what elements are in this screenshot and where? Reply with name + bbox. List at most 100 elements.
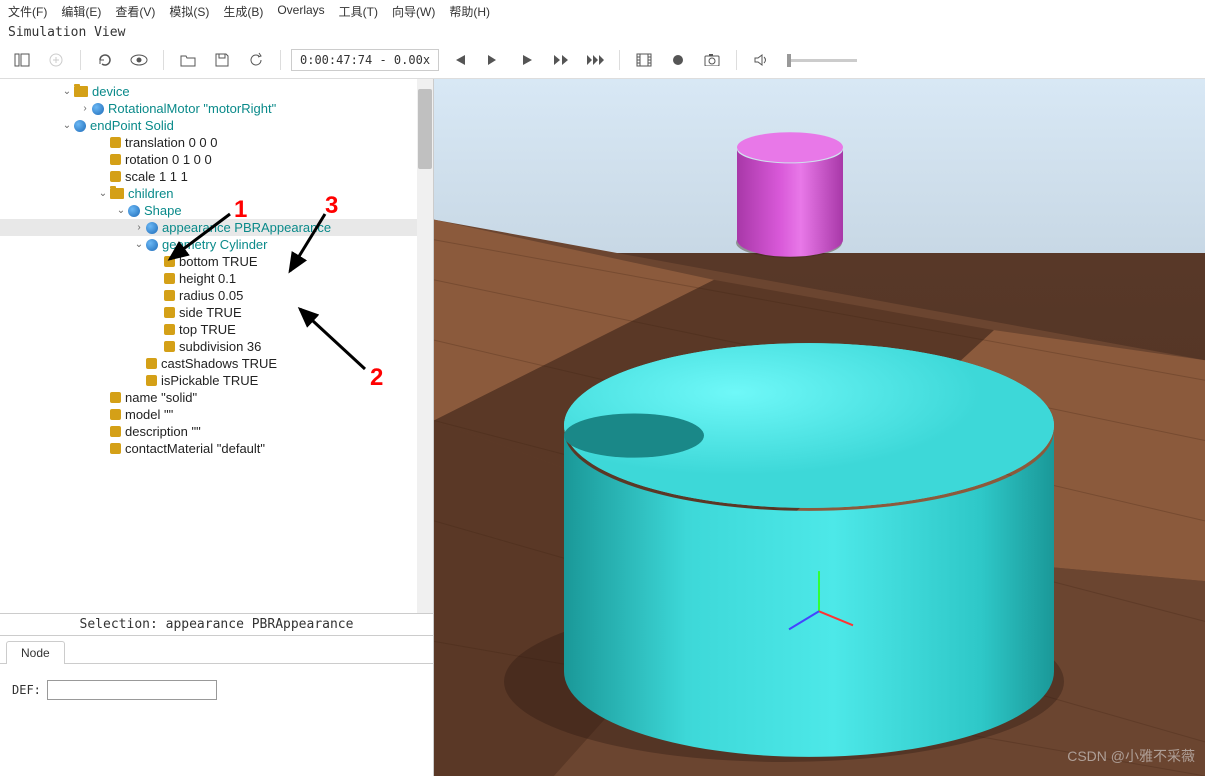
tree-node[interactable]: ·rotation 0 1 0 0: [0, 151, 433, 168]
field-icon: [164, 256, 175, 267]
layout-icon[interactable]: [8, 46, 36, 74]
expander-icon[interactable]: ·: [150, 341, 164, 352]
tree-node[interactable]: ⌄ geometry Cylinder: [0, 236, 433, 253]
field-icon: [110, 426, 121, 437]
tree-node[interactable]: ·height 0.1: [0, 270, 433, 287]
tree-node-label: side TRUE: [179, 305, 242, 320]
camera-icon[interactable]: [698, 46, 726, 74]
tree-node[interactable]: · scale 1 1 1: [0, 168, 433, 185]
play-icon[interactable]: [513, 46, 541, 74]
tree-node[interactable]: ⌄ device: [0, 83, 433, 100]
expander-icon[interactable]: ›: [132, 222, 146, 233]
volume-slider[interactable]: [787, 59, 857, 62]
tree-node[interactable]: ·castShadows TRUE: [0, 355, 433, 372]
field-icon: [146, 375, 157, 386]
scene-tree[interactable]: ⌄ device›RotationalMotor "motorRight"⌄end…: [0, 79, 433, 461]
menu-build[interactable]: 生成(B): [223, 3, 263, 20]
tree-node[interactable]: ·translation 0 0 0: [0, 134, 433, 151]
tree-node-label: radius 0.05: [179, 288, 243, 303]
menu-wizard[interactable]: 向导(W): [392, 3, 435, 20]
film-icon[interactable]: [630, 46, 658, 74]
expander-icon[interactable]: ·: [96, 443, 110, 454]
refresh-icon[interactable]: [242, 46, 270, 74]
tree-node[interactable]: ·top TRUE: [0, 321, 433, 338]
toolbar: 0:00:47:74 - 0.00x: [0, 42, 1205, 79]
expander-icon[interactable]: ·: [132, 375, 146, 386]
tree-node[interactable]: ·contactMaterial "default": [0, 440, 433, 457]
tree-node[interactable]: ·name "solid": [0, 389, 433, 406]
field-icon: [110, 443, 121, 454]
menu-help[interactable]: 帮助(H): [449, 3, 490, 20]
node-tab[interactable]: Node: [6, 641, 65, 664]
tree-node[interactable]: ⌄children: [0, 185, 433, 202]
field-icon: [110, 154, 121, 165]
skip-back-icon[interactable]: [445, 46, 473, 74]
eye-icon[interactable]: [125, 46, 153, 74]
menu-file[interactable]: 文件(F): [8, 3, 47, 20]
menu-edit[interactable]: 编辑(E): [61, 3, 101, 20]
reload-icon[interactable]: [91, 46, 119, 74]
tree-node[interactable]: · isPickable TRUE: [0, 372, 433, 389]
expander-icon[interactable]: ⌄: [96, 188, 110, 199]
open-icon[interactable]: [174, 46, 202, 74]
menu-sim[interactable]: 模拟(S): [169, 3, 209, 20]
sphere-icon: [128, 205, 140, 217]
expander-icon[interactable]: ›: [78, 103, 92, 114]
tree-node-label: Shape: [144, 203, 182, 218]
skip-forward-icon[interactable]: [581, 46, 609, 74]
expander-icon[interactable]: ·: [96, 171, 110, 182]
sphere-icon: [146, 222, 158, 234]
tree-node-label: isPickable TRUE: [161, 373, 258, 388]
def-input[interactable]: [47, 680, 217, 700]
expander-icon[interactable]: ·: [150, 256, 164, 267]
step-icon[interactable]: [479, 46, 507, 74]
volume-icon[interactable]: [747, 46, 775, 74]
tree-node[interactable]: ⌄endPoint Solid: [0, 117, 433, 134]
tree-node[interactable]: · radius 0.05: [0, 287, 433, 304]
menu-overlays[interactable]: Overlays: [277, 3, 324, 20]
tree-node[interactable]: · model "": [0, 406, 433, 423]
expander-icon[interactable]: ·: [96, 409, 110, 420]
expander-icon[interactable]: ·: [150, 307, 164, 318]
expander-icon[interactable]: ·: [150, 324, 164, 335]
expander-icon[interactable]: ·: [150, 290, 164, 301]
tree-node-label: device: [92, 84, 130, 99]
tree-node-label: scale 1 1 1: [125, 169, 188, 184]
tree-node[interactable]: ⌄ Shape: [0, 202, 433, 219]
field-icon: [110, 137, 121, 148]
tree-node-label: appearance PBRAppearance: [162, 220, 331, 235]
expander-icon[interactable]: ⌄: [60, 86, 74, 97]
3d-viewport[interactable]: CSDN @小雅不采薇: [434, 79, 1205, 776]
field-icon: [146, 358, 157, 369]
expander-icon[interactable]: ⌄: [132, 239, 146, 250]
tree-node-label: geometry Cylinder: [162, 237, 268, 252]
tree-node[interactable]: ·bottom TRUE: [0, 253, 433, 270]
tree-node[interactable]: · side TRUE: [0, 304, 433, 321]
menu-view[interactable]: 查看(V): [115, 3, 155, 20]
record-icon[interactable]: [664, 46, 692, 74]
menu-tools[interactable]: 工具(T): [339, 3, 378, 20]
expander-icon[interactable]: ·: [96, 154, 110, 165]
tree-node-label: model "": [125, 407, 173, 422]
time-display[interactable]: 0:00:47:74 - 0.00x: [291, 49, 439, 71]
save-icon[interactable]: [208, 46, 236, 74]
expander-icon[interactable]: ·: [96, 426, 110, 437]
tree-node[interactable]: ·description "": [0, 423, 433, 440]
expander-icon[interactable]: ⌄: [60, 120, 74, 131]
add-icon[interactable]: [42, 46, 70, 74]
expander-icon[interactable]: ·: [96, 392, 110, 403]
expander-icon[interactable]: ⌄: [114, 205, 128, 216]
expander-icon[interactable]: ·: [132, 358, 146, 369]
tree-scrollbar[interactable]: [417, 79, 433, 613]
tree-node[interactable]: ·subdivision 36: [0, 338, 433, 355]
sphere-icon: [146, 239, 158, 251]
folder-icon: [74, 86, 88, 97]
field-icon: [164, 307, 175, 318]
fast-forward-icon[interactable]: [547, 46, 575, 74]
tree-node[interactable]: ›RotationalMotor "motorRight": [0, 100, 433, 117]
def-label: DEF:: [12, 683, 41, 697]
tree-node[interactable]: › appearance PBRAppearance: [0, 219, 433, 236]
expander-icon[interactable]: ·: [150, 273, 164, 284]
expander-icon[interactable]: ·: [96, 137, 110, 148]
field-icon: [164, 324, 175, 335]
